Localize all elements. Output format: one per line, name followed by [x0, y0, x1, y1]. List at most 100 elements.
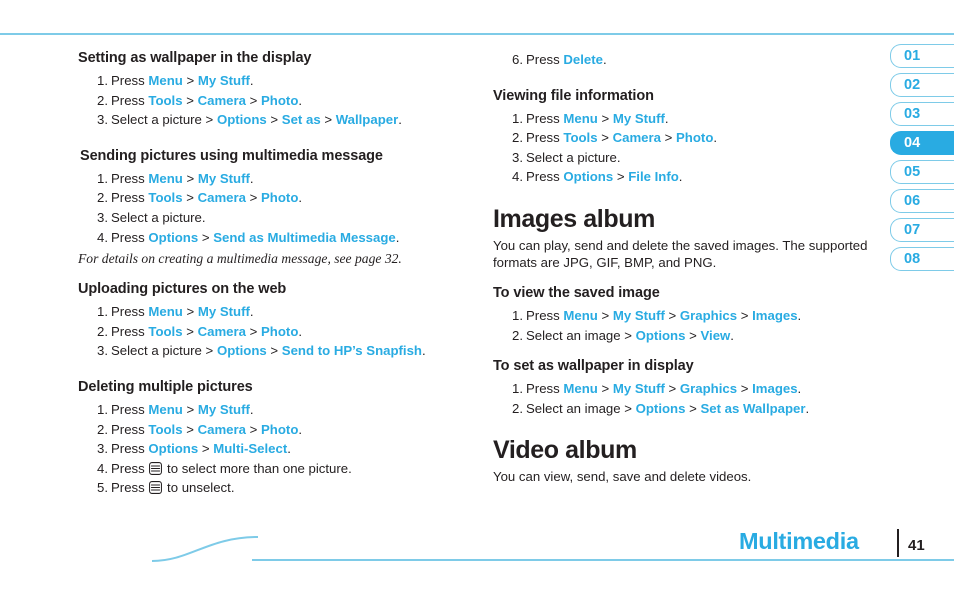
menu-keyword[interactable]: Images: [752, 308, 797, 323]
footer-divider: [252, 559, 954, 561]
menu-keyword[interactable]: Menu: [148, 304, 182, 319]
step-text: Press: [526, 169, 564, 185]
step-text: >: [198, 441, 214, 457]
menu-keyword[interactable]: Send as Multimedia Message: [213, 230, 396, 245]
step-text: >: [597, 130, 613, 146]
step-text: .: [287, 441, 291, 457]
footer-chapter-title: Multimedia: [739, 528, 859, 554]
step-text: Press: [111, 304, 149, 320]
menu-keyword[interactable]: Menu: [563, 308, 597, 323]
menu-keyword[interactable]: Graphics: [680, 308, 737, 323]
menu-keyword[interactable]: Photo: [261, 190, 298, 205]
step-text: to select more than one picture.: [163, 460, 352, 476]
menu-keyword[interactable]: View: [700, 328, 730, 343]
menu-keyword[interactable]: Images: [752, 381, 797, 396]
menu-keyword[interactable]: My Stuff: [198, 304, 250, 319]
step-text: >: [182, 304, 198, 320]
list-item: Press to select more than one picture.: [92, 459, 478, 479]
menu-keyword[interactable]: Send to HP’s Snapfish: [282, 343, 422, 358]
menu-keyword[interactable]: Camera: [198, 422, 246, 437]
step-text: >: [182, 73, 198, 88]
menu-keyword[interactable]: Camera: [613, 130, 661, 145]
chapter-tab-03[interactable]: 03: [890, 102, 954, 126]
step-text: .: [797, 381, 802, 397]
list-item: Press Menu > My Stuff.: [92, 302, 478, 322]
step-text: >: [182, 421, 198, 437]
menu-keyword[interactable]: Set as Wallpaper: [700, 401, 805, 416]
menu-keyword[interactable]: Photo: [676, 130, 713, 145]
steps-file-info: Press Menu > My Stuff. Press Tools > Came…: [493, 109, 883, 187]
step-text: .: [805, 400, 810, 416]
step-text: >: [737, 307, 753, 323]
chapter-tab-06[interactable]: 06: [890, 189, 954, 213]
menu-keyword[interactable]: Options: [217, 343, 267, 358]
menu-keyword[interactable]: My Stuff: [613, 381, 665, 396]
list-item: Select a picture > Options > Send to HP’…: [92, 341, 478, 361]
menu-keyword[interactable]: Photo: [261, 422, 298, 437]
menu-keyword[interactable]: Wallpaper: [336, 112, 399, 127]
menu-keyword[interactable]: Options: [636, 401, 686, 416]
menu-keyword[interactable]: My Stuff: [613, 308, 665, 323]
menu-keyword[interactable]: Menu: [563, 381, 597, 396]
menu-keyword[interactable]: Options: [217, 112, 267, 127]
menu-keyword[interactable]: Tools: [563, 130, 597, 145]
top-divider: [0, 33, 954, 35]
menu-keyword[interactable]: Options: [636, 328, 686, 343]
menu-keyword[interactable]: Camera: [198, 93, 246, 108]
steps-delete-multiple: Press Menu > My Stuff. Press Tools > Came…: [78, 400, 478, 498]
chapter-tab-04[interactable]: 04: [890, 131, 954, 155]
step-text: Press: [111, 229, 149, 245]
menu-keyword[interactable]: Tools: [148, 422, 182, 437]
list-item: Press Options > Multi-Select.: [92, 439, 478, 459]
menu-keyword[interactable]: Menu: [148, 73, 182, 88]
step-text: Press: [111, 421, 149, 437]
menu-keyword[interactable]: Multi-Select: [213, 441, 287, 456]
menu-keyword[interactable]: My Stuff: [198, 73, 250, 88]
menu-keyword[interactable]: Menu: [563, 111, 597, 126]
menu-keyword[interactable]: Graphics: [680, 381, 737, 396]
menu-keyword[interactable]: Options: [148, 230, 198, 245]
chapter-tab-05[interactable]: 05: [890, 160, 954, 184]
step-text: Press: [526, 110, 564, 126]
chapter-tab-08[interactable]: 08: [890, 247, 954, 271]
step-text: Press: [111, 190, 149, 206]
menu-keyword[interactable]: Delete: [563, 52, 603, 67]
body-video-album: You can view, send, save and delete vide…: [493, 469, 752, 485]
step-text: >: [245, 190, 262, 206]
menu-keyword[interactable]: Tools: [148, 190, 182, 205]
menu-keyword[interactable]: Photo: [261, 93, 298, 108]
menu-keyword[interactable]: My Stuff: [198, 402, 250, 417]
list-item: Press Options > Send as Multimedia Messa…: [92, 228, 478, 248]
menu-keyword[interactable]: File Info: [628, 169, 679, 184]
menu-keyword[interactable]: Photo: [261, 324, 298, 339]
step-text: >: [266, 112, 282, 128]
menu-keyword[interactable]: My Stuff: [198, 171, 250, 186]
step-text: >: [613, 169, 629, 185]
step-text: Press: [111, 480, 149, 496]
step-text: >: [664, 381, 680, 397]
chapter-tab-07[interactable]: 07: [890, 218, 954, 242]
menu-keyword[interactable]: Tools: [148, 324, 182, 339]
step-text: Select a picture.: [526, 149, 621, 165]
menu-keyword[interactable]: Menu: [148, 171, 182, 186]
note-mms: For details on creating a multimedia mes…: [78, 251, 402, 267]
menu-keyword[interactable]: Camera: [198, 190, 246, 205]
list-item: Press Tools > Camera > Photo.: [92, 188, 478, 208]
step-text: .: [298, 323, 303, 339]
menu-keyword[interactable]: Tools: [148, 93, 182, 108]
menu-keyword[interactable]: Camera: [198, 324, 246, 339]
body-images-album: You can play, send and delete the saved …: [493, 237, 868, 271]
list-item: Press Tools > Camera > Photo.: [92, 91, 478, 111]
chapter-tab-01[interactable]: 01: [890, 44, 954, 68]
step-text: >: [660, 130, 677, 146]
list-item: Press Menu > My Stuff.: [92, 400, 478, 420]
step-text: >: [182, 170, 198, 186]
chapter-tab-02[interactable]: 02: [890, 73, 954, 97]
step-text: Press: [111, 401, 149, 417]
menu-keyword[interactable]: My Stuff: [613, 111, 665, 126]
menu-keyword[interactable]: Menu: [148, 402, 182, 417]
menu-keyword[interactable]: Set as: [282, 112, 321, 127]
menu-keyword[interactable]: Options: [148, 441, 198, 456]
menu-keyword[interactable]: Options: [563, 169, 613, 184]
step-text: .: [664, 110, 669, 126]
